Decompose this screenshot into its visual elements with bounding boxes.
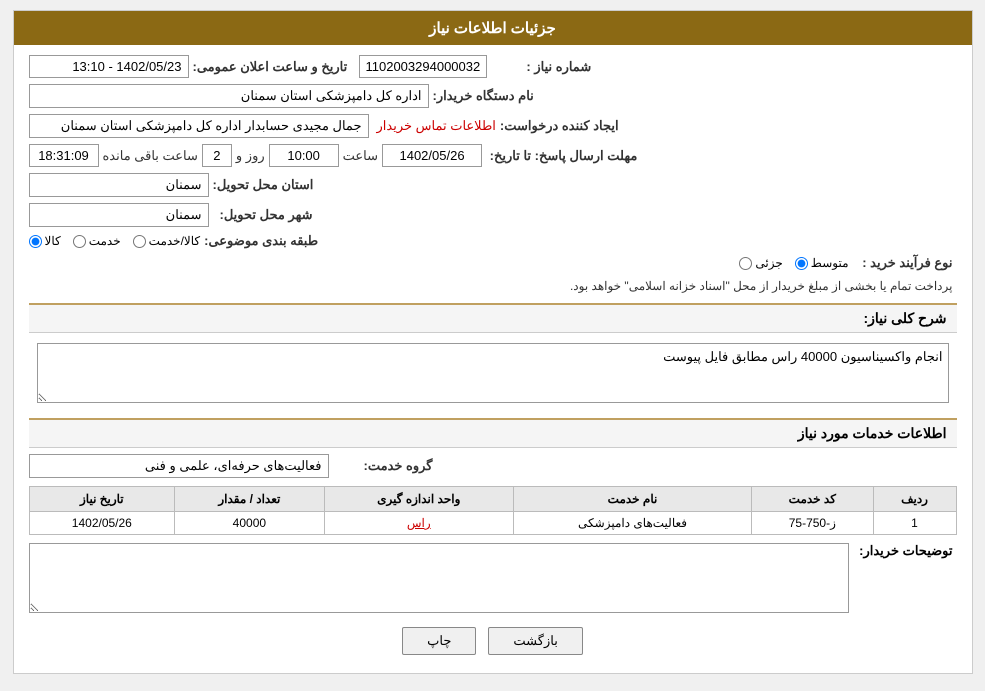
city-row: شهر محل تحویل: سمنان <box>29 203 957 227</box>
deadline-time-value: 10:00 <box>287 148 320 163</box>
category-goods-radio[interactable] <box>29 235 42 248</box>
cell-date: 1402/05/26 <box>29 512 175 535</box>
process-option-small: جزئی <box>739 256 782 270</box>
remaining-time-value: 18:31:09 <box>38 148 89 163</box>
page-container: جزئیات اطلاعات نیاز شماره نیاز : 1102003… <box>13 10 973 674</box>
process-desc-row: پرداخت تمام یا بخشی از مبلغ خریدار از مح… <box>29 277 957 295</box>
category-goods-label: کالا <box>45 234 61 248</box>
date-announce-value: 1402/05/23 - 13:10 <box>72 59 181 74</box>
group-service-row: گروه خدمت: فعالیت‌های حرفه‌ای، علمی و فن… <box>29 454 957 478</box>
services-section-title: اطلاعات خدمات مورد نیاز <box>29 418 957 448</box>
header-title: جزئیات اطلاعات نیاز <box>429 20 556 37</box>
creator-row: ایجاد کننده درخواست: اطلاعات تماس خریدار… <box>29 114 957 138</box>
deadline-time-field: 10:00 <box>269 144 339 167</box>
creator-field: جمال مجیدی حسابدار اداره کل دامپزشکی است… <box>29 114 369 138</box>
need-description-textarea: انجام واکسیناسیون 40000 راس مطابق فایل پ… <box>37 343 949 403</box>
page-header: جزئیات اطلاعات نیاز <box>14 11 972 45</box>
process-desc-text: پرداخت تمام یا بخشی از مبلغ خریدار از مح… <box>29 277 957 295</box>
deadline-date-value: 1402/05/26 <box>399 148 464 163</box>
process-radio-group: متوسط جزئی <box>739 256 848 270</box>
days-field: 2 <box>202 144 232 167</box>
category-label: طبقه بندی موضوعی: <box>204 233 318 249</box>
buyer-org-label: نام دستگاه خریدار: <box>433 88 534 104</box>
creator-value: جمال مجیدی حسابدار اداره کل دامپزشکی است… <box>61 118 362 133</box>
buyer-org-field: اداره کل دامپزشکی استان سمنان <box>29 84 429 108</box>
buttons-row: بازگشت چاپ <box>29 627 957 655</box>
city-value: سمنان <box>166 207 202 222</box>
creator-label: ایجاد کننده درخواست: <box>500 118 619 134</box>
buyer-org-value: اداره کل دامپزشکی استان سمنان <box>241 88 422 103</box>
buyer-desc-textarea[interactable] <box>29 543 849 613</box>
cell-row-num: 1 <box>873 512 956 535</box>
print-button[interactable]: چاپ <box>402 627 476 655</box>
days-value: 2 <box>213 148 220 163</box>
need-number-value: 1102003294000032 <box>366 59 481 74</box>
cell-quantity: 40000 <box>175 512 324 535</box>
services-table: ردیف کد خدمت نام خدمت واحد اندازه گیری ت… <box>29 486 957 535</box>
deadline-row: مهلت ارسال پاسخ: تا تاریخ: 1402/05/26 سا… <box>29 144 957 167</box>
city-field: سمنان <box>29 203 209 227</box>
cell-unit[interactable]: راس <box>324 512 513 535</box>
province-row: استان محل تحویل: سمنان <box>29 173 957 197</box>
col-row-num: ردیف <box>873 487 956 512</box>
category-goods-service-radio[interactable] <box>133 235 146 248</box>
col-unit: واحد اندازه گیری <box>324 487 513 512</box>
buyer-org-row: نام دستگاه خریدار: اداره کل دامپزشکی است… <box>29 84 957 108</box>
category-option-goods-service: کالا/خدمت <box>133 234 200 248</box>
category-goods-service-label: کالا/خدمت <box>149 234 200 248</box>
need-number-row: شماره نیاز : 1102003294000032 تاریخ و سا… <box>29 55 957 78</box>
group-service-label: گروه خدمت: <box>333 458 433 474</box>
hours-remaining-label: ساعت باقی مانده <box>103 148 198 164</box>
cell-service-code: ز-750-75 <box>752 512 873 535</box>
need-description-area: انجام واکسیناسیون 40000 راس مطابق فایل پ… <box>29 339 957 410</box>
category-radio-group: کالا/خدمت خدمت کالا <box>29 234 201 248</box>
group-service-field: فعالیت‌های حرفه‌ای، علمی و فنی <box>29 454 329 478</box>
category-option-goods: کالا <box>29 234 61 248</box>
date-announce-field: 1402/05/23 - 13:10 <box>29 55 189 78</box>
category-service-radio[interactable] <box>73 235 86 248</box>
process-label: نوع فرآیند خرید : <box>853 255 953 271</box>
remaining-time-field: 18:31:09 <box>29 144 99 167</box>
process-small-radio[interactable] <box>739 257 752 270</box>
date-announce-label: تاریخ و ساعت اعلان عمومی: <box>193 59 348 75</box>
province-field: سمنان <box>29 173 209 197</box>
col-service-code: کد خدمت <box>752 487 873 512</box>
back-button[interactable]: بازگشت <box>488 627 582 655</box>
province-label: استان محل تحویل: <box>213 177 314 193</box>
process-option-medium: متوسط <box>795 256 849 270</box>
category-row: طبقه بندی موضوعی: کالا/خدمت خدمت کالا <box>29 233 957 249</box>
time-label: ساعت <box>343 148 378 164</box>
col-service-name: نام خدمت <box>513 487 751 512</box>
need-number-label: شماره نیاز : <box>491 59 591 75</box>
category-service-label: خدمت <box>89 234 121 248</box>
cell-service-name: فعالیت‌های دامپزشکی <box>513 512 751 535</box>
process-medium-radio[interactable] <box>795 257 808 270</box>
deadline-date-field: 1402/05/26 <box>382 144 482 167</box>
table-row: 1 ز-750-75 فعالیت‌های دامپزشکی راس 40000… <box>29 512 956 535</box>
deadline-label: مهلت ارسال پاسخ: تا تاریخ: <box>490 148 638 164</box>
need-description-section-title: شرح کلی نیاز: <box>29 303 957 333</box>
days-remaining-label: روز و <box>236 148 265 164</box>
process-small-label: جزئی <box>755 256 782 270</box>
group-service-value: فعالیت‌های حرفه‌ای، علمی و فنی <box>145 458 322 473</box>
content-area: شماره نیاز : 1102003294000032 تاریخ و سا… <box>14 45 972 673</box>
buyer-desc-row: توضیحات خریدار: <box>29 543 957 613</box>
process-row: نوع فرآیند خرید : متوسط جزئی <box>29 255 957 271</box>
table-header-row: ردیف کد خدمت نام خدمت واحد اندازه گیری ت… <box>29 487 956 512</box>
province-value: سمنان <box>166 177 202 192</box>
col-quantity: تعداد / مقدار <box>175 487 324 512</box>
col-date: تاریخ نیاز <box>29 487 175 512</box>
city-label: شهر محل تحویل: <box>213 207 313 223</box>
need-number-field: 1102003294000032 <box>359 55 488 78</box>
buyer-desc-label: توضیحات خریدار: <box>853 543 953 559</box>
process-medium-label: متوسط <box>811 256 849 270</box>
contact-link[interactable]: اطلاعات تماس خریدار <box>377 118 496 134</box>
category-option-service: خدمت <box>73 234 121 248</box>
